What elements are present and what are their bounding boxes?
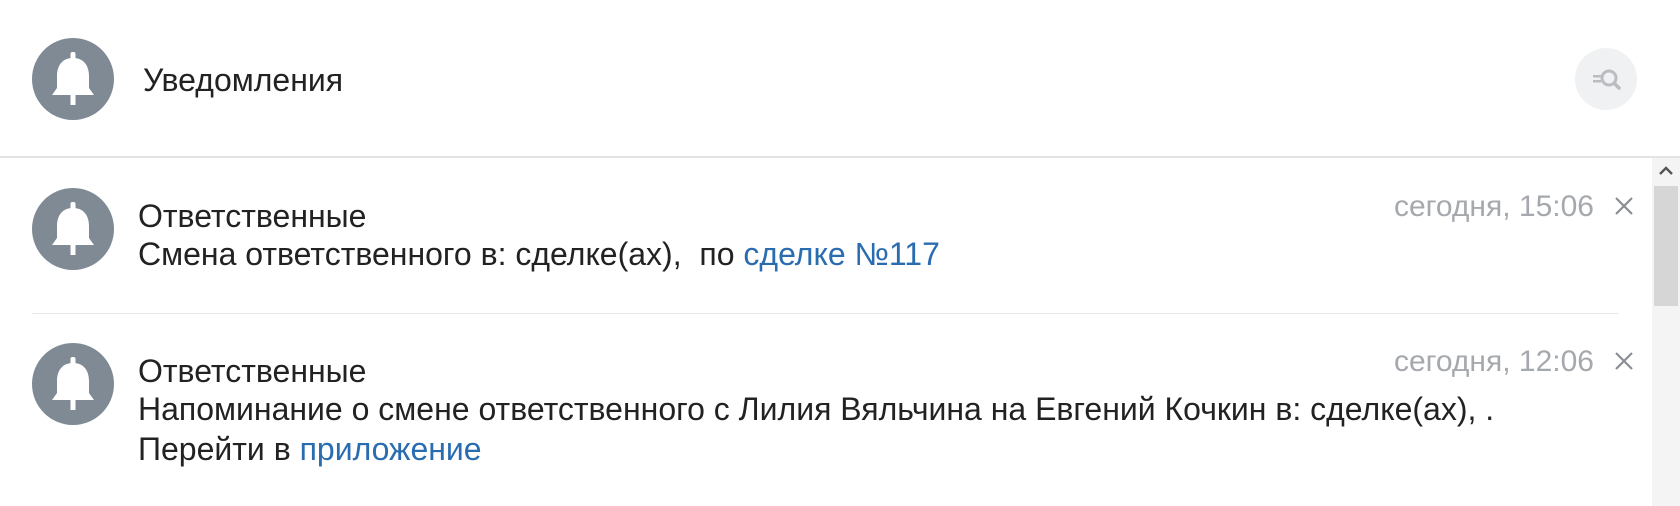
bell-icon: [32, 343, 114, 425]
close-notification-button[interactable]: [1612, 194, 1636, 218]
notification-item[interactable]: Ответственные Смена ответственного в: сд…: [0, 158, 1652, 314]
notification-title: Ответственные: [138, 353, 367, 389]
scrollbar-thumb[interactable]: [1654, 186, 1678, 306]
scroll-up-button[interactable]: [1652, 158, 1680, 184]
notification-time: сегодня, 12:06: [1393, 345, 1594, 378]
notification-title: Ответственные: [138, 198, 367, 234]
chevron-up-icon: [1659, 166, 1673, 175]
notifications-panel: Уведомления Ответственные Смена ответств…: [0, 0, 1680, 506]
notification-text: Смена ответственного в: сделке(ах), по с…: [138, 234, 1578, 274]
notification-time: сегодня, 15:06: [1393, 190, 1594, 223]
notifications-header: Уведомления: [0, 0, 1680, 158]
close-icon: [1615, 352, 1633, 370]
filter-search-icon: [1593, 69, 1621, 90]
notification-text: Напоминание о смене ответственного с Лил…: [138, 389, 1578, 469]
page-title: Уведомления: [143, 62, 344, 98]
bell-icon: [32, 188, 114, 270]
app-link[interactable]: приложение: [300, 431, 482, 467]
close-icon: [1615, 197, 1633, 215]
filter-search-button[interactable]: [1575, 48, 1637, 110]
deal-link[interactable]: сделке №117: [743, 236, 939, 272]
notification-text-prefix: Смена ответственного в: сделке(ах), по: [138, 236, 744, 272]
bell-icon: [32, 38, 114, 120]
notification-item[interactable]: Ответственные Напоминание о смене ответс…: [0, 313, 1652, 506]
notifications-list: Ответственные Смена ответственного в: сд…: [0, 158, 1652, 506]
close-notification-button[interactable]: [1612, 349, 1636, 373]
scrollbar[interactable]: [1652, 158, 1680, 506]
